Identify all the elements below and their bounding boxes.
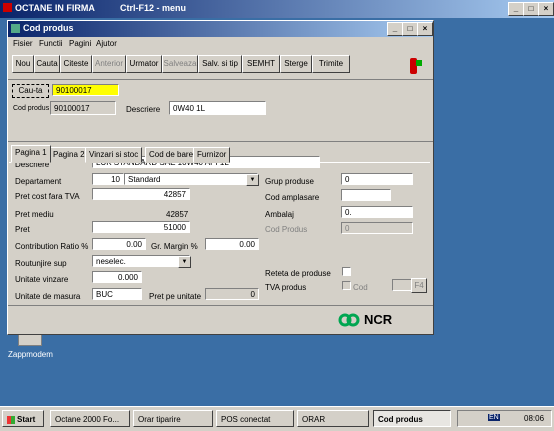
tva-cod-label: Cod bbox=[353, 283, 368, 292]
pret-label: Pret bbox=[15, 225, 30, 234]
maximize-icon[interactable]: □ bbox=[402, 22, 418, 36]
close-icon[interactable]: × bbox=[417, 22, 433, 36]
ambalaj-label: Ambalaj bbox=[265, 210, 294, 219]
tab-furnizor[interactable]: Furnizor bbox=[193, 147, 231, 163]
unitate-vinzare-field[interactable]: 0.000 bbox=[92, 271, 142, 283]
outer-title: OCTANE IN FIRMA bbox=[15, 3, 95, 13]
pret-cost-label: Pret cost fara TVA bbox=[15, 192, 80, 201]
tva-checkbox[interactable] bbox=[342, 281, 351, 290]
rotunjire-label: Routunjire sup bbox=[15, 259, 67, 268]
task-orar-tiparire[interactable]: Orar tiparire bbox=[133, 410, 213, 427]
contrib-field[interactable]: 0.00 bbox=[92, 238, 146, 250]
close-icon[interactable]: × bbox=[538, 2, 554, 16]
start-button[interactable]: Start bbox=[2, 410, 44, 427]
tab-pagina-2[interactable]: Pagina 2 bbox=[49, 147, 89, 163]
task-octane[interactable]: Octane 2000 Fo... bbox=[50, 410, 130, 427]
tva-cod-field bbox=[392, 279, 412, 291]
windows-icon bbox=[7, 415, 15, 424]
toolbar-button-nou[interactable]: Nou bbox=[12, 55, 34, 73]
grup-label: Grup produse bbox=[265, 177, 314, 186]
toolbar-button-semht[interactable]: SEMHT bbox=[242, 55, 280, 73]
unitate-vinzare-label: Unitate vinzare bbox=[15, 275, 69, 284]
toolbar-button-citeste[interactable]: Citeste bbox=[60, 55, 92, 73]
cod-produs2-label: Cod Produs bbox=[265, 225, 308, 234]
toolbar-button-sterge[interactable]: Sterge bbox=[280, 55, 312, 73]
descriere-header-label: Descriere bbox=[126, 105, 161, 114]
ncr-logo-text: NCR bbox=[364, 312, 393, 327]
toolbar-button-salv-si-tip[interactable]: Salv. si tip bbox=[198, 55, 242, 73]
cod-produs2-field: 0 bbox=[341, 222, 413, 234]
pret-field[interactable]: 51000 bbox=[92, 221, 190, 233]
language-indicator[interactable]: EN bbox=[488, 414, 500, 421]
minimize-icon[interactable]: _ bbox=[387, 22, 403, 36]
toolbar-button-urmator[interactable]: Urmator bbox=[126, 55, 162, 73]
window-title: Cod produs bbox=[23, 23, 74, 33]
cod-produs-label: Cod produs bbox=[13, 105, 50, 112]
reteta-checkbox[interactable] bbox=[342, 267, 351, 276]
chevron-down-icon[interactable]: ▼ bbox=[246, 174, 259, 186]
window-title-bar: Cod produs _ □ × bbox=[8, 21, 433, 37]
toolbar-button-cauta[interactable]: Cauta bbox=[34, 55, 60, 73]
app-icon bbox=[3, 3, 12, 12]
cod-amplasare-field[interactable] bbox=[341, 189, 391, 201]
task-pos-conectat[interactable]: POS conectat bbox=[216, 410, 294, 427]
departament-select[interactable]: Standard bbox=[124, 173, 258, 185]
outer-title-bar: OCTANE IN FIRMA Ctrl-F12 - menu _ □ × bbox=[0, 0, 554, 18]
toolbar-button-anterior[interactable]: Anterior bbox=[92, 55, 126, 73]
tab-cod-de-bare[interactable]: Cod de bare bbox=[145, 147, 198, 163]
menu-fisier[interactable]: Fisier bbox=[13, 39, 33, 48]
outer-subtitle: Ctrl-F12 - menu bbox=[120, 3, 187, 13]
contrib-label: Contribution Ratio % bbox=[15, 242, 89, 251]
gr-margin-label: Gr. Margin % bbox=[151, 242, 198, 251]
unitate-masura-field[interactable]: BUC bbox=[92, 288, 142, 300]
tab-pagina-1[interactable]: Pagina 1 bbox=[11, 145, 51, 163]
chevron-down-icon[interactable]: ▼ bbox=[178, 256, 191, 268]
taskbar: Start Octane 2000 Fo... Orar tiparire PO… bbox=[0, 406, 554, 431]
pret-unitate-label: Pret pe unitate bbox=[149, 292, 202, 301]
gr-margin-field[interactable]: 0.00 bbox=[205, 238, 259, 250]
ambalaj-field[interactable]: 0. bbox=[341, 206, 413, 218]
cod-produs-window: Cod produs _ □ × Fisier Functii Pagini A… bbox=[7, 20, 434, 335]
cod-amplasare-label: Cod amplasare bbox=[265, 193, 320, 202]
clock: 08:06 bbox=[524, 414, 545, 423]
pret-cost-field[interactable]: 42857 bbox=[92, 188, 190, 200]
descriere-header-field[interactable]: 0W40 1L bbox=[169, 101, 266, 115]
tva-f4-button[interactable]: F4 bbox=[411, 278, 427, 293]
start-label: Start bbox=[17, 415, 36, 424]
reteta-label: Reteta de produse bbox=[265, 269, 331, 278]
grup-field[interactable]: 0 bbox=[341, 173, 413, 185]
menu-ajutor[interactable]: Ajutor bbox=[96, 39, 117, 48]
task-cod-produs[interactable]: Cod produs bbox=[373, 410, 451, 427]
system-tray: EN 08:06 bbox=[457, 410, 552, 427]
ncr-logo-icon bbox=[338, 313, 360, 327]
ncr-logo: NCR bbox=[338, 311, 428, 329]
search-button[interactable]: Cau-ta bbox=[12, 84, 49, 98]
minimize-icon[interactable]: _ bbox=[508, 2, 524, 16]
maximize-icon[interactable]: □ bbox=[523, 2, 539, 16]
search-input[interactable]: 90100017 bbox=[52, 84, 119, 96]
tva-label: TVA produs bbox=[265, 283, 307, 292]
unitate-masura-label: Unitate de masura bbox=[15, 292, 81, 301]
rotunjire-select[interactable]: neselec. bbox=[92, 255, 190, 267]
pret-mediu-label: Pret mediu bbox=[15, 210, 54, 219]
extinguisher-icon bbox=[406, 54, 422, 76]
toolbar-button-salveaza[interactable]: Salveaza bbox=[162, 55, 198, 73]
departament-label: Departament bbox=[15, 177, 62, 186]
tab-vinzari-si-stoc[interactable]: Vinzari si stoc bbox=[85, 147, 143, 163]
menu-pagini[interactable]: Pagini bbox=[69, 39, 91, 48]
task-orar[interactable]: ORAR bbox=[297, 410, 369, 427]
desktop-icon-label: Zappmodem bbox=[8, 350, 53, 359]
toolbar-button-trimite[interactable]: Trimite bbox=[312, 55, 350, 73]
cod-produs-field: 90100017 bbox=[50, 101, 116, 115]
departament-code-field[interactable]: 10 bbox=[92, 173, 124, 185]
menu-functii[interactable]: Functii bbox=[39, 39, 63, 48]
pret-unitate-field: 0 bbox=[205, 288, 259, 300]
pret-mediu-value: 42857 bbox=[166, 210, 189, 219]
window-icon bbox=[11, 24, 20, 33]
